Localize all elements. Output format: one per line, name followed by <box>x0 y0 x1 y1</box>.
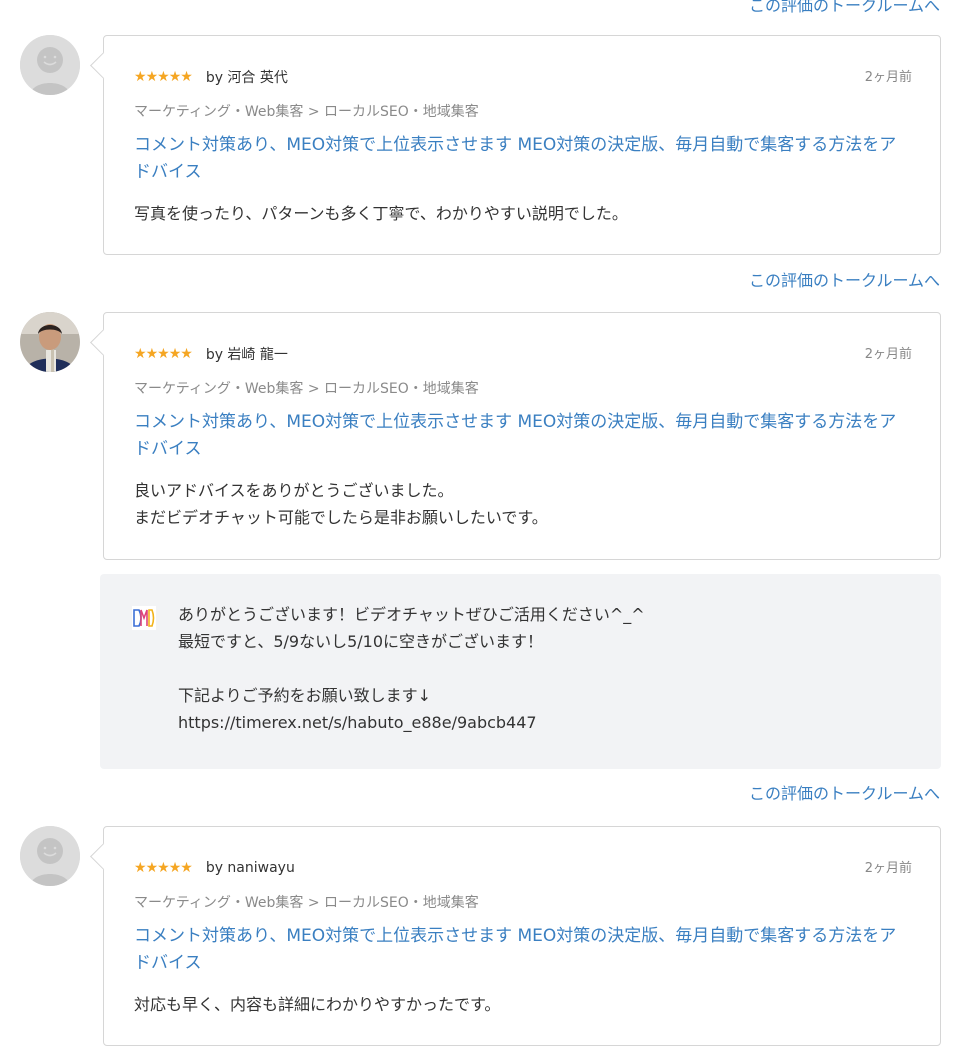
comment-line: 良いアドバイスをありがとうございました。 <box>134 481 454 500</box>
reply-line <box>178 655 645 682</box>
review-card: ★ ★ ★ ★ ★ by 河合 英代 2ヶ月前 マーケティング・Web集客 > ローカル… <box>103 35 941 255</box>
default-user-icon <box>20 826 80 886</box>
reviewer-name: by 岩崎 龍一 <box>205 347 288 363</box>
default-user-icon <box>20 35 80 95</box>
category-breadcrumb: マーケティング・Web集客 > ローカルSEO・地域集客 <box>134 381 479 397</box>
seller-reply: ありがとうございます！ビデオチャットぜひご活用ください^_^ 最短ですと、5/9… <box>100 574 941 769</box>
service-title-link[interactable]: コメント対策あり、MEO対策で上位表示させます MEO対策の決定版、毎月自動で集… <box>134 923 912 977</box>
reply-text: ありがとうございます！ビデオチャットぜひご活用ください^_^ 最短ですと、5/9… <box>178 601 645 736</box>
category-breadcrumb: マーケティング・Web集客 > ローカルSEO・地域集客 <box>134 104 479 120</box>
comment-line: 対応も早く、内容も詳細にわかりやすかったです。 <box>134 995 501 1014</box>
service-title-link[interactable]: コメント対策あり、MEO対策で上位表示させます MEO対策の決定版、毎月自動で集… <box>134 409 912 463</box>
talkroom-link[interactable]: この評価のトークルームへ <box>749 780 940 804</box>
avatar[interactable] <box>20 35 80 95</box>
reply-line: 下記よりご予約をお願い致します↓ <box>178 686 432 705</box>
user-photo-icon <box>20 312 80 372</box>
service-title-line[interactable]: ドバイス <box>134 159 912 186</box>
star-icon: ★ <box>145 860 159 876</box>
service-title-line[interactable]: ドバイス <box>134 950 912 977</box>
star-icon: ★ <box>134 346 147 362</box>
star-icon: ★ <box>145 69 159 85</box>
talkroom-link-partial[interactable]: この評価のトークルームへ <box>749 0 940 16</box>
reply-url-link[interactable]: https://timerex.net/s/habuto_e88e/9abcb4… <box>178 709 645 736</box>
star-icon: ★ <box>180 346 193 362</box>
star-icon: ★ <box>180 69 193 85</box>
reply-line: ありがとうございます！ビデオチャットぜひご活用ください^_^ <box>178 605 645 624</box>
review-comment: 対応も早く、内容も詳細にわかりやすかったです。 <box>134 991 912 1018</box>
review-comment: 写真を使ったり、パターンも多く丁寧で、わかりやすい説明でした。 <box>134 200 912 227</box>
star-icon: ★ <box>145 346 159 362</box>
service-title-line[interactable]: ドバイス <box>134 436 912 463</box>
star-icon: ★ <box>157 69 170 85</box>
reviewer-name: by naniwayu <box>205 860 295 876</box>
review-date: 2ヶ月前 <box>864 70 912 85</box>
rating-stars: ★ ★ ★ ★ ★ <box>134 346 193 362</box>
service-title-link[interactable]: コメント対策あり、MEO対策で上位表示させます MEO対策の決定版、毎月自動で集… <box>134 132 912 186</box>
service-title-line[interactable]: コメント対策あり、MEO対策で上位表示させます MEO対策の決定版、毎月自動で集… <box>134 923 912 950</box>
star-icon: ★ <box>168 860 182 876</box>
review-date: 2ヶ月前 <box>864 861 912 876</box>
star-icon: ★ <box>168 69 182 85</box>
avatar[interactable] <box>20 312 80 372</box>
review-date: 2ヶ月前 <box>864 347 912 362</box>
service-title-line[interactable]: コメント対策あり、MEO対策で上位表示させます MEO対策の決定版、毎月自動で集… <box>134 409 912 436</box>
talkroom-link[interactable]: この評価のトークルームへ <box>749 267 940 291</box>
rating-stars: ★ ★ ★ ★ ★ <box>134 69 193 85</box>
star-icon: ★ <box>157 346 170 362</box>
avatar[interactable] <box>20 826 80 886</box>
comment-line: まだビデオチャット可能でしたら是非お願いしたいです。 <box>134 508 548 527</box>
star-icon: ★ <box>134 69 147 85</box>
comment-line: 写真を使ったり、パターンも多く丁寧で、わかりやすい説明でした。 <box>134 204 628 223</box>
star-icon: ★ <box>157 860 170 876</box>
star-icon: ★ <box>134 860 147 876</box>
star-icon: ★ <box>180 860 193 876</box>
review-comment: 良いアドバイスをありがとうございました。 まだビデオチャット可能でしたら是非お願… <box>134 477 912 531</box>
review-card: ★ ★ ★ ★ ★ by 岩崎 龍一 2ヶ月前 マーケティング・Web集客 > ローカル… <box>103 312 941 560</box>
star-icon: ★ <box>168 346 182 362</box>
seller-logo-icon <box>132 606 156 630</box>
service-title-line[interactable]: コメント対策あり、MEO対策で上位表示させます MEO対策の決定版、毎月自動で集… <box>134 132 912 159</box>
category-breadcrumb: マーケティング・Web集客 > ローカルSEO・地域集客 <box>134 895 479 911</box>
reviewer-name: by 河合 英代 <box>205 70 288 86</box>
rating-stars: ★ ★ ★ ★ ★ <box>134 860 193 876</box>
review-card: ★ ★ ★ ★ ★ by naniwayu 2ヶ月前 マーケティング・Web集客 > ロ… <box>103 826 941 1046</box>
reply-line: 最短ですと、5/9ないし5/10に空きがございます！ <box>178 632 544 651</box>
